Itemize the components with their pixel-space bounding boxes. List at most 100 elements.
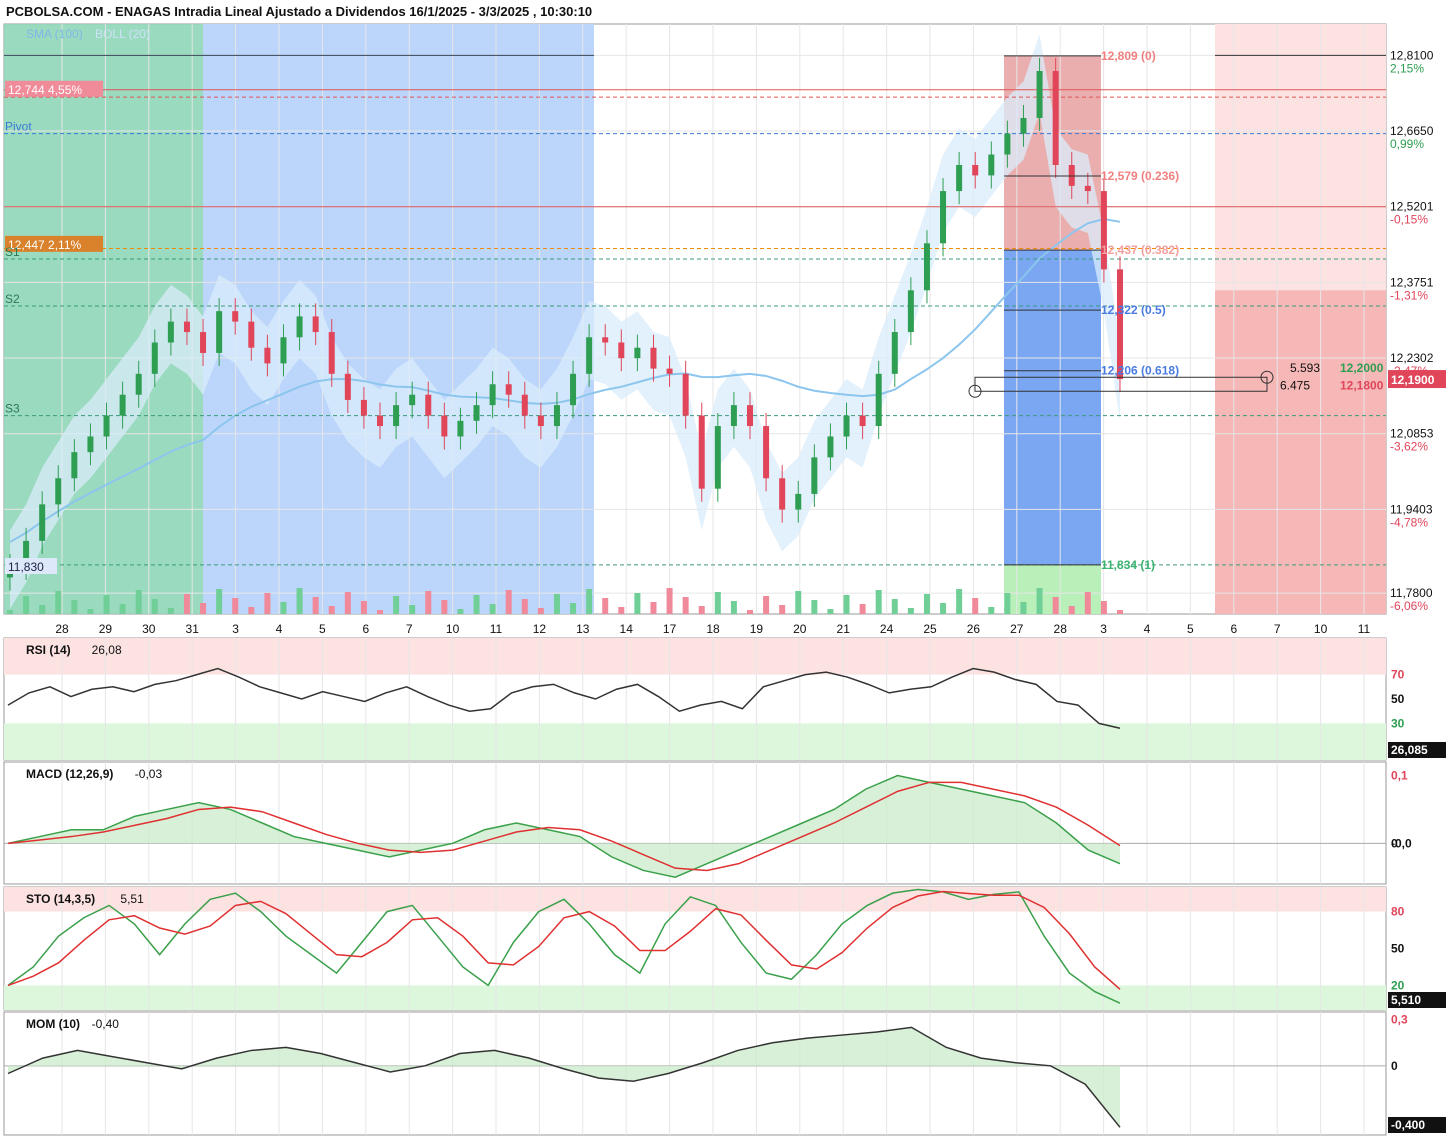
candle-body	[183, 321, 190, 333]
x-tick-label: 28	[1054, 622, 1068, 636]
s3-label: S3	[5, 402, 20, 416]
candle-body	[232, 311, 239, 322]
volume-bar	[1036, 588, 1043, 614]
x-tick-label: 5	[1187, 622, 1194, 636]
fib-zone-blue	[1004, 250, 1101, 565]
x-tick-label: 14	[620, 622, 634, 636]
volume-bar	[232, 598, 239, 614]
volume-bar	[602, 598, 609, 614]
last-price: 12,1900	[1391, 373, 1435, 387]
volume-bar	[119, 604, 126, 614]
volume-bar	[409, 605, 416, 614]
x-tick-label: 21	[837, 622, 851, 636]
panel-tick: 50	[1391, 942, 1405, 956]
panel-last: 5,510	[1391, 993, 1421, 1007]
y-tick-label: 12,0853	[1390, 427, 1434, 441]
x-tick-label: 13	[576, 622, 590, 636]
candle-body	[988, 154, 995, 176]
x-tick-label: 11	[490, 622, 503, 636]
candle-body	[344, 373, 351, 400]
y-tick-label: 12,8100	[1390, 48, 1434, 62]
volume-bar	[634, 593, 641, 614]
fib-label: 12,437 (0.382)	[1101, 243, 1179, 257]
candle-body	[763, 426, 770, 479]
candle-body	[377, 415, 383, 427]
bid-size: 5.593	[1290, 361, 1320, 375]
volume-bar	[586, 589, 593, 614]
candle-body	[425, 394, 432, 416]
y-tick-label: 12,5201	[1390, 200, 1434, 214]
candle-body	[248, 321, 255, 348]
volume-bar	[811, 600, 818, 614]
x-tick-label: 20	[793, 622, 807, 636]
volume-bar	[843, 595, 850, 614]
candle-body	[859, 415, 866, 427]
volume-bar	[7, 610, 13, 614]
panel-tick: 70	[1391, 668, 1405, 682]
candle-body	[87, 436, 94, 453]
candle-body	[328, 332, 335, 374]
forecast-zone-light	[1215, 24, 1386, 291]
candle-body	[1100, 191, 1107, 270]
volume-bar	[1100, 601, 1107, 614]
candle-body	[779, 478, 786, 510]
x-tick-label: 7	[406, 622, 413, 636]
volume-bar	[666, 588, 673, 614]
pivot-label: Pivot	[5, 120, 32, 134]
panel-name: MOM (10)	[26, 1017, 80, 1031]
candle-body	[666, 368, 673, 374]
candle-body	[634, 347, 641, 359]
panel-tick: 80	[1391, 905, 1405, 919]
x-tick-label: 27	[1010, 622, 1024, 636]
candle-body	[280, 337, 287, 364]
s2-label: S2	[5, 292, 20, 306]
volume-bar	[972, 598, 979, 614]
candle-body	[216, 311, 223, 353]
volume-bar	[698, 606, 705, 614]
candle-body	[200, 332, 207, 353]
volume-bar	[940, 603, 947, 614]
panel-value: -0,03	[135, 767, 163, 781]
x-tick-label: 3	[232, 622, 239, 636]
volume-bar	[779, 605, 786, 614]
panel-tick: 50	[1391, 692, 1405, 706]
high-label: 12,744 4,55%	[8, 83, 82, 97]
candle-body	[618, 342, 625, 359]
candle-body	[489, 384, 496, 406]
candle-body	[135, 373, 142, 395]
candle-body	[393, 405, 400, 427]
panel-tick: 0,1	[1391, 769, 1408, 783]
fib-label: 12,809 (0)	[1101, 49, 1156, 63]
volume-bar	[1020, 602, 1027, 614]
candle-body	[730, 405, 737, 427]
candle-body	[264, 347, 271, 364]
volume-bar	[360, 601, 367, 614]
x-tick-label: 25	[923, 622, 937, 636]
volume-bar	[151, 599, 158, 614]
volume-bar	[747, 610, 753, 614]
x-tick-label: 11	[1358, 622, 1371, 636]
candle-body	[360, 399, 367, 416]
candle-body	[698, 415, 705, 489]
volume-bar	[956, 589, 963, 614]
chart-svg[interactable]: 28 29 30 31 3 4 5 6 7 10 11 12 13 14 17 18 19 20 21 24 25 26 2…	[0, 0, 1454, 1141]
candle-body	[570, 373, 577, 406]
volume-bar	[618, 607, 625, 614]
volume-bar	[730, 601, 737, 614]
candle-body	[1084, 185, 1091, 192]
volume-bar	[489, 604, 496, 614]
x-tick-label: 12	[533, 622, 547, 636]
candle-body	[119, 394, 126, 416]
volume-bar	[167, 608, 174, 614]
candle-body	[891, 332, 898, 374]
y-tick-pct: -1,31%	[1390, 288, 1428, 302]
volume-bar	[248, 607, 255, 614]
volume-bar	[1084, 592, 1091, 614]
panel-last: -0,400	[1391, 1118, 1425, 1132]
x-tick-label: 6	[1230, 622, 1237, 636]
fib-label: 12,206 (0.618)	[1101, 364, 1179, 378]
x-tick-label: 5	[319, 622, 326, 636]
volume-bar	[827, 609, 834, 614]
volume-bar	[537, 608, 544, 614]
candle-body	[39, 504, 46, 541]
